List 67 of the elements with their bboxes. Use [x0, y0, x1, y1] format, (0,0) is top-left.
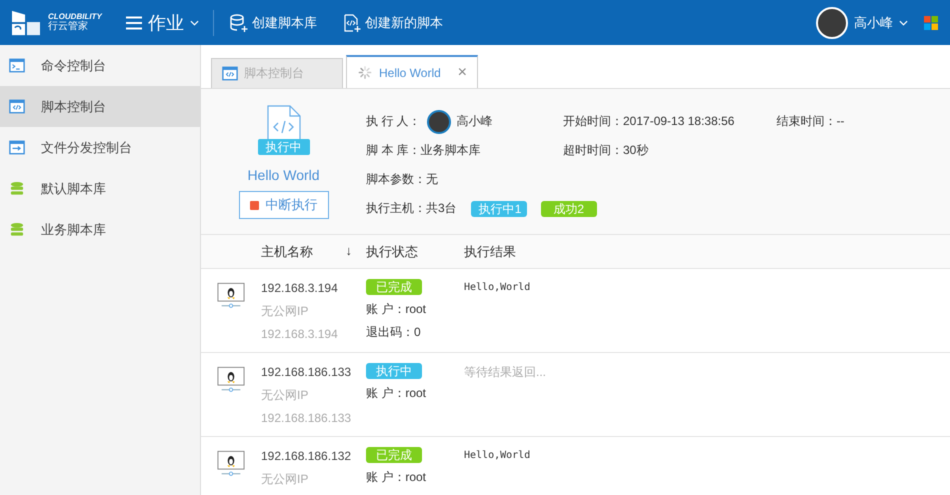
stop-button[interactable]: 中断执行	[238, 191, 328, 219]
stop-icon	[250, 200, 258, 210]
job-name: Hello World	[247, 167, 320, 183]
loading-spinner-icon	[357, 65, 373, 80]
sidebar-item[interactable]: 业务脚本库	[0, 209, 200, 250]
account-field: 账 户：root	[366, 384, 464, 402]
menu-icon	[126, 16, 142, 30]
timeout-field: 超时时间：30秒	[563, 142, 648, 159]
executor-name: 高小峰	[456, 113, 493, 130]
column-header: 执行状态	[366, 242, 418, 260]
database-icon	[9, 181, 25, 196]
library-field: 脚 本 库：业务脚本库	[366, 142, 481, 159]
code-window-icon	[9, 99, 25, 114]
host-count-badge: 成功2	[540, 200, 597, 216]
status-badge: 执行中	[258, 139, 310, 155]
linux-host-icon	[217, 282, 245, 309]
header-action[interactable]: 创建脚本库	[224, 10, 323, 36]
header-action[interactable]: 创建新的脚本	[337, 10, 449, 36]
host-address: 192.168.3.194	[261, 280, 339, 297]
host-address: 192.168.186.133	[261, 364, 352, 381]
avatar	[426, 110, 451, 134]
module-menu[interactable]: 作业	[122, 6, 203, 38]
column-header: 执行结果	[464, 242, 516, 260]
code-file-add-icon	[343, 14, 361, 32]
result-text: Hello,World	[464, 281, 530, 295]
sidebar-item[interactable]: 命令控制台	[0, 45, 200, 86]
sidebar-item[interactable]: 脚本控制台	[0, 86, 200, 127]
private-ip: 192.168.186.133	[261, 410, 352, 427]
linux-host-icon	[217, 366, 245, 393]
result-text: 等待结果返回...	[464, 364, 546, 381]
arrow-window-icon	[9, 140, 25, 155]
code-window-icon	[222, 66, 238, 81]
sidebar-item[interactable]: 文件分发控制台	[0, 127, 200, 168]
end-time: 结束时间：--	[776, 113, 844, 130]
logo-name: CLOUDBILITY	[48, 12, 102, 21]
public-ip: 无公网IP	[261, 471, 310, 488]
status-badge: 已完成	[366, 447, 422, 463]
status-badge: 已完成	[366, 279, 422, 295]
database-add-icon	[230, 14, 248, 32]
sort-arrow[interactable]: ↓	[346, 242, 352, 260]
linux-host-icon	[217, 450, 245, 477]
chevron-down-icon	[190, 20, 199, 26]
host-count-badge: 执行中1	[470, 200, 527, 216]
executor-label: 执 行 人：	[366, 113, 421, 130]
logo-subtitle: 行云管家	[48, 21, 89, 32]
chevron-down-icon	[899, 20, 908, 26]
exit-code: 退出码：0	[366, 324, 422, 341]
private-ip: 192.168.3.194	[261, 326, 339, 343]
user-menu[interactable]: 高小峰	[812, 4, 912, 40]
sidebar-item[interactable]: 默认脚本库	[0, 168, 200, 209]
terminal-icon	[9, 58, 25, 73]
account-field: 账 户：root	[366, 468, 464, 486]
start-time: 开始时间：2017-09-13 18:38:56	[563, 113, 734, 130]
app-grid-icon[interactable]	[924, 16, 938, 30]
public-ip: 无公网IP	[261, 303, 310, 320]
params-field: 脚本参数：无	[366, 171, 438, 188]
host-address: 192.168.186.132	[261, 448, 352, 465]
account-field: 账 户：root	[366, 300, 464, 318]
public-ip: 无公网IP	[261, 387, 310, 404]
database-icon	[9, 222, 25, 237]
close-icon[interactable]: ×	[458, 64, 467, 82]
status-badge: 执行中	[366, 363, 422, 379]
result-text: Hello,World	[464, 449, 530, 463]
tab[interactable]: Hello World ×	[346, 55, 478, 88]
avatar	[816, 6, 848, 38]
hosts-field: 执行主机：共3台	[366, 200, 457, 217]
column-header[interactable]: 主机名称	[261, 242, 313, 260]
